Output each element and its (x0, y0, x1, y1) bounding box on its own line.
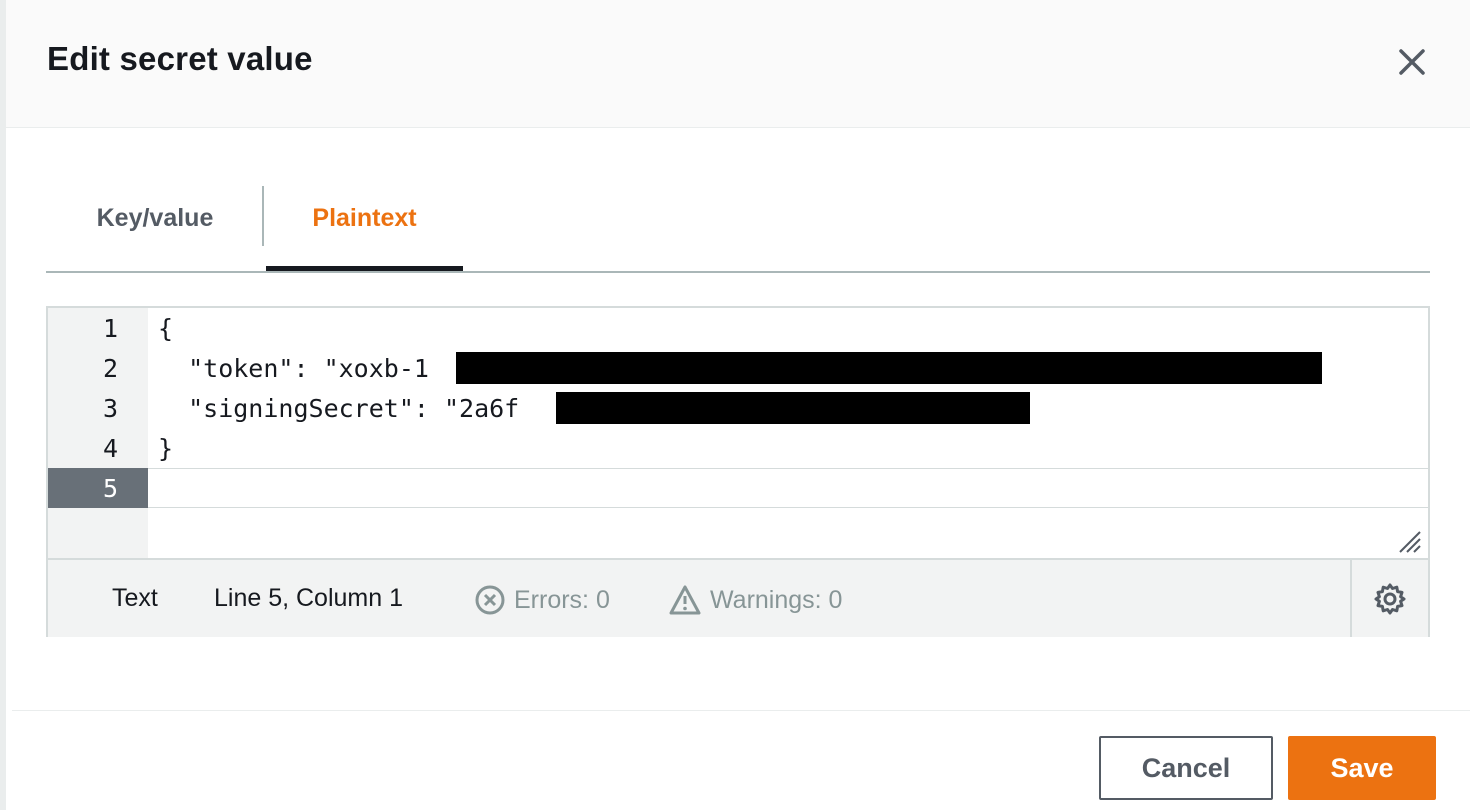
line-number: 3 (102, 394, 118, 423)
modal-title: Edit secret value (47, 40, 313, 77)
close-icon (1399, 49, 1425, 75)
resize-grip-icon (1399, 531, 1421, 553)
close-button[interactable] (1392, 42, 1432, 82)
error-circle-icon (475, 585, 505, 615)
editor-settings-button[interactable] (1350, 560, 1428, 637)
line-number: 4 (102, 434, 118, 463)
gear-icon (1374, 583, 1406, 614)
code-line[interactable]: { (158, 314, 173, 343)
tab-key-value[interactable]: Key/value (88, 172, 222, 265)
warning-triangle-icon (669, 585, 701, 615)
editor-status-bar: Text Line 5, Column 1 Errors: 0 Warnings… (48, 558, 1428, 637)
errors-status[interactable]: Errors: 0 (474, 584, 610, 616)
line-number-gutter (48, 308, 148, 558)
editor-mode[interactable]: Text (112, 584, 158, 613)
footer-divider (12, 710, 1470, 711)
cancel-button[interactable]: Cancel (1099, 736, 1273, 800)
cursor-position: Line 5, Column 1 (214, 584, 404, 612)
save-button[interactable]: Save (1288, 736, 1436, 800)
line-number: 1 (102, 314, 118, 343)
edit-secret-modal: Edit secret value Key/value Plaintext 1 … (0, 0, 1470, 810)
modal-header: Edit secret value (6, 0, 1470, 128)
resize-handle[interactable] (1396, 528, 1422, 554)
warnings-status[interactable]: Warnings: 0 (668, 584, 842, 616)
code-line[interactable]: } (158, 434, 173, 463)
tab-bar: Key/value Plaintext (46, 180, 1430, 273)
tab-plaintext[interactable]: Plaintext (266, 172, 463, 265)
active-line-highlight (148, 468, 1430, 508)
errors-label: Errors: 0 (514, 585, 610, 614)
redaction-bar (556, 392, 1030, 424)
line-number: 5 (102, 474, 118, 503)
tab-divider (262, 186, 264, 246)
line-number: 2 (102, 354, 118, 383)
code-editor[interactable]: 1 2 3 4 5 { "token": "xoxb-1 ", "signing… (46, 306, 1430, 637)
active-tab-indicator (266, 266, 463, 271)
redaction-bar (456, 352, 1322, 384)
warnings-label: Warnings: 0 (710, 585, 843, 614)
